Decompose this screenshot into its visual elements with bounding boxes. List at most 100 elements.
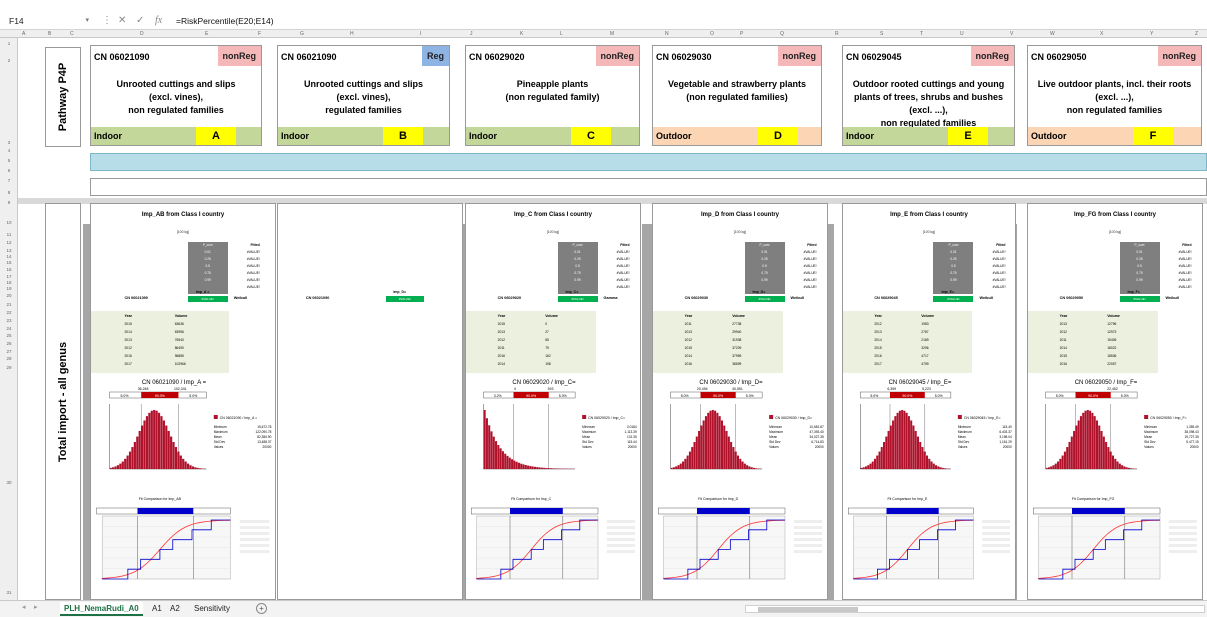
column-header-q[interactable]: Q: [780, 30, 784, 38]
fit-comparison-chart: Fit Comparison for Imp_FG: [1028, 494, 1204, 589]
percentile-header: P_cum: [948, 243, 959, 247]
column-header-l[interactable]: L: [560, 30, 563, 38]
row-header[interactable]: 2: [0, 58, 18, 63]
column-header-j[interactable]: J: [470, 30, 473, 38]
chevron-down-icon[interactable]: ▾: [85, 12, 89, 30]
column-header-r[interactable]: R: [835, 30, 839, 38]
fx-icon[interactable]: fx: [155, 12, 162, 30]
column-header-v[interactable]: V: [1010, 30, 1013, 38]
column-header-u[interactable]: U: [960, 30, 964, 38]
stat-value: 20000: [1003, 445, 1012, 449]
column-header-p[interactable]: P: [740, 30, 743, 38]
column-header-o[interactable]: O: [710, 30, 714, 38]
row-header[interactable]: 8: [0, 190, 18, 195]
environment-label: Indoor: [281, 131, 309, 141]
row-header[interactable]: 23: [0, 318, 18, 323]
row-header[interactable]: 29: [0, 365, 18, 370]
row-header[interactable]: 18: [0, 280, 18, 285]
fit-stat-row: [239, 526, 270, 529]
description-line: Vegetable and strawberry plants: [667, 79, 807, 89]
histogram-bar: [914, 430, 917, 469]
scroll-thumb[interactable]: [758, 607, 858, 612]
histogram-bar: [944, 468, 947, 469]
tab-next-icon[interactable]: ▸: [34, 603, 38, 611]
row-header[interactable]: 20: [0, 293, 18, 298]
add-sheet-button[interactable]: +: [256, 603, 267, 614]
row-header[interactable]: 19: [0, 286, 18, 291]
column-header-w[interactable]: W: [1050, 30, 1055, 38]
name-box[interactable]: F14 ▾: [5, 12, 95, 30]
row-header[interactable]: 22: [0, 310, 18, 315]
column-header-n[interactable]: N: [665, 30, 669, 38]
column-header-m[interactable]: M: [610, 30, 614, 38]
column-header-s[interactable]: S: [880, 30, 883, 38]
column-header-c[interactable]: C: [70, 30, 74, 38]
row-header[interactable]: 25: [0, 333, 18, 338]
tab-prev-icon[interactable]: ◂: [22, 603, 26, 611]
column-header-e[interactable]: E: [205, 30, 208, 38]
tab-a2[interactable]: A2: [166, 602, 184, 616]
horizontal-scrollbar[interactable]: [745, 605, 1205, 613]
column-header-f[interactable]: F: [258, 30, 261, 38]
column-header-g[interactable]: G: [300, 30, 304, 38]
histogram-bar: [141, 425, 144, 469]
row-header[interactable]: 7: [0, 178, 18, 183]
description-line: Unrooted cuttings and slips: [116, 79, 236, 89]
column-header-y[interactable]: Y: [1150, 30, 1153, 38]
fitted-error: #VALUE!: [616, 250, 630, 254]
row-header[interactable]: 26: [0, 341, 18, 346]
histogram-bar: [545, 467, 548, 469]
row-header[interactable]: 1: [0, 41, 18, 46]
row-header[interactable]: 24: [0, 326, 18, 331]
column-header-i[interactable]: I: [420, 30, 421, 38]
formula-input[interactable]: =RiskPercentile(E20;E14): [176, 12, 274, 30]
column-header-h[interactable]: H: [350, 30, 354, 38]
tab-a1[interactable]: A1: [148, 602, 166, 616]
row-header[interactable]: 27: [0, 349, 18, 354]
stat-name: Mean: [1144, 435, 1152, 439]
row-header[interactable]: 4: [0, 148, 18, 153]
panel-title: Imp_E from Class I country: [890, 212, 968, 218]
environment-label: Indoor: [94, 131, 122, 141]
row-header[interactable]: 14: [0, 254, 18, 259]
row-header[interactable]: 21: [0, 302, 18, 307]
fitted-error: #VALUE!: [1178, 271, 1192, 275]
row-header[interactable]: 12: [0, 240, 18, 245]
row-header[interactable]: 30: [0, 480, 18, 485]
row-header[interactable]: 10: [0, 220, 18, 225]
column-header-k[interactable]: K: [520, 30, 523, 38]
column-header-t[interactable]: T: [920, 30, 923, 38]
stat-value: 3,198.04: [999, 435, 1012, 439]
column-header-a[interactable]: A: [22, 30, 25, 38]
row-header[interactable]: 31: [0, 590, 18, 595]
tab-plh-nemarudi-a0[interactable]: PLH_NemaRudi_A0: [60, 602, 143, 616]
check-icon[interactable]: ✓: [136, 12, 144, 30]
environment-row: Indoor C: [466, 127, 639, 145]
regulation-badge: Reg: [421, 46, 449, 66]
column-header-b[interactable]: B: [48, 30, 51, 38]
row-header[interactable]: 6: [0, 168, 18, 173]
row-header[interactable]: 16: [0, 267, 18, 272]
fit-value-cell: #VALUE!: [557, 296, 598, 302]
histogram-bar: [1102, 436, 1105, 469]
row-header[interactable]: 5: [0, 158, 18, 163]
row-header[interactable]: 13: [0, 248, 18, 253]
panel-gap: [83, 224, 90, 600]
tab-sensitivity[interactable]: Sensitivity: [190, 602, 234, 616]
row-header[interactable]: 9: [0, 200, 18, 205]
table-row-year: 2016: [874, 354, 882, 358]
row-header[interactable]: 3: [0, 140, 18, 145]
row-header[interactable]: 17: [0, 274, 18, 279]
stat-name: Std Dev: [214, 440, 226, 444]
description-line: (excl. ...),: [909, 105, 948, 115]
row-header[interactable]: 28: [0, 356, 18, 361]
year-header: Year: [124, 314, 133, 318]
stat-name: Values: [214, 445, 224, 449]
column-header-x[interactable]: X: [1100, 30, 1103, 38]
cancel-icon[interactable]: ✕: [118, 12, 126, 30]
column-header-d[interactable]: D: [140, 30, 144, 38]
column-header-z[interactable]: Z: [1195, 30, 1198, 38]
row-header[interactable]: 15: [0, 260, 18, 265]
row-header[interactable]: 11: [0, 232, 18, 237]
percentile-mid: 90.0%: [902, 394, 912, 398]
